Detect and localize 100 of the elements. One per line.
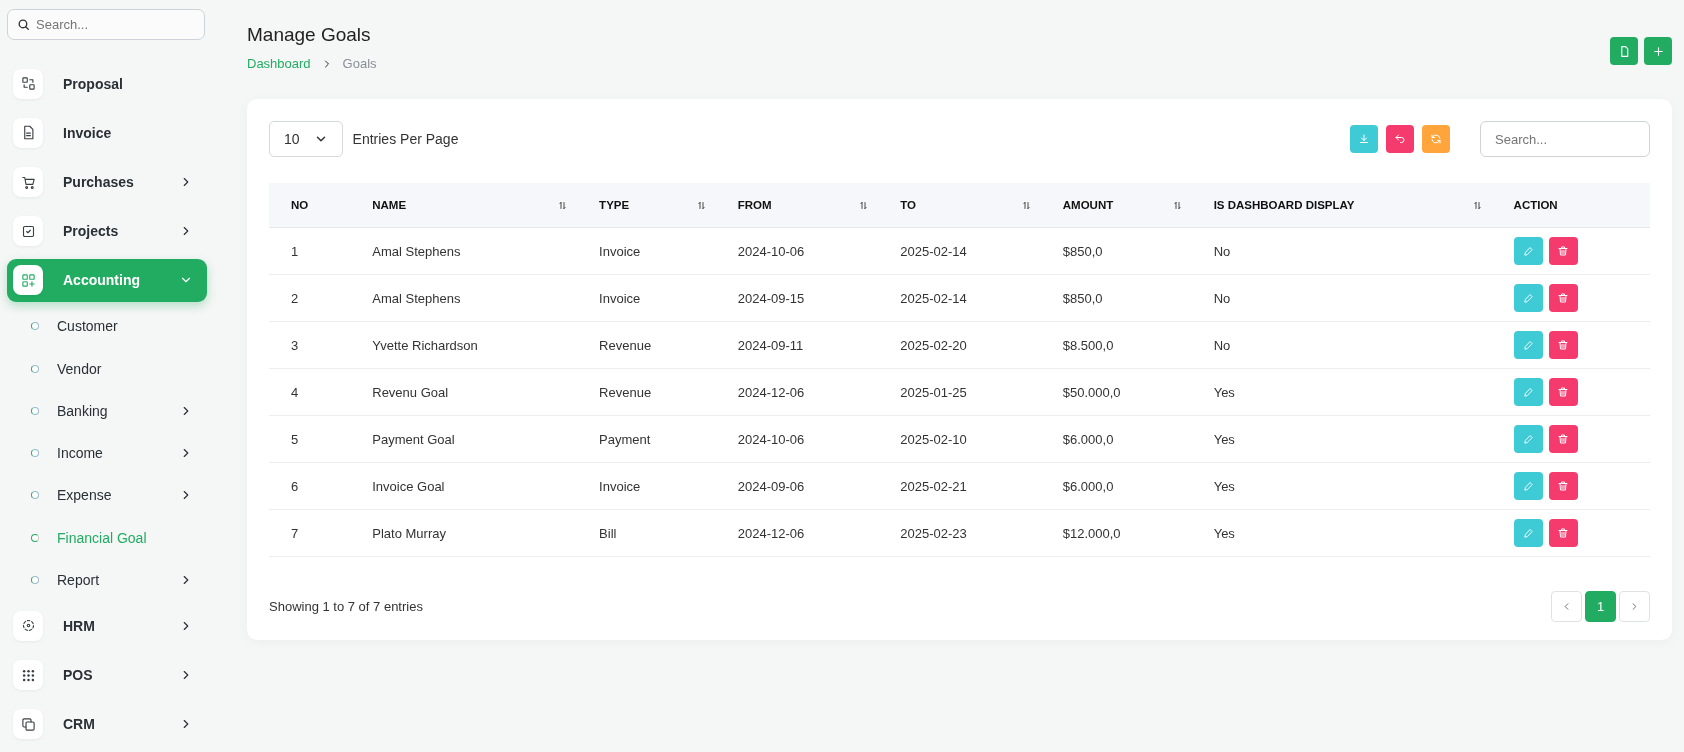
column-header[interactable]: FROM	[715, 183, 879, 228]
edit-button[interactable]	[1513, 519, 1543, 547]
pencil-icon	[1522, 386, 1534, 398]
pencil-icon	[1522, 339, 1534, 351]
sidebar-item[interactable]: CRM	[7, 702, 207, 746]
sidebar-subitem[interactable]: Report	[7, 562, 207, 599]
swap-squares-icon	[20, 76, 36, 92]
delete-button[interactable]	[1548, 331, 1578, 359]
edit-button[interactable]	[1513, 237, 1543, 265]
delete-button[interactable]	[1548, 519, 1578, 547]
table-cell: 2024-09-15	[715, 274, 879, 322]
bullet-icon	[31, 406, 39, 415]
table-cell: 5	[269, 415, 351, 463]
column-header[interactable]: TO	[878, 183, 1041, 228]
export-button[interactable]	[1350, 125, 1378, 153]
sidebar-subitem[interactable]: Banking	[7, 392, 207, 429]
entries-select[interactable]: 10	[269, 121, 343, 157]
next-page-button[interactable]	[1619, 591, 1650, 622]
table-cell: 7	[269, 509, 351, 557]
import-button[interactable]	[1610, 37, 1638, 65]
refresh-button[interactable]	[1422, 125, 1450, 153]
table-cell: 2	[269, 274, 351, 322]
column-header[interactable]: TYPE	[577, 183, 716, 228]
bullet-icon	[31, 491, 39, 500]
table-cell: 2024-09-06	[715, 462, 879, 510]
table-cell: No	[1191, 227, 1492, 275]
sidebar-item[interactable]: HRM	[7, 604, 207, 648]
delete-button[interactable]	[1548, 472, 1578, 500]
edit-button[interactable]	[1513, 378, 1543, 406]
table-search-field[interactable]: Search...	[1480, 121, 1650, 157]
pencil-icon	[1522, 527, 1534, 539]
edit-button[interactable]	[1513, 331, 1543, 359]
dots-grid-icon	[20, 667, 36, 683]
table-cell: Revenu Goal	[350, 368, 578, 416]
delete-button[interactable]	[1548, 425, 1578, 453]
trash-icon	[1557, 339, 1570, 351]
add-button[interactable]	[1644, 37, 1672, 65]
edit-button[interactable]	[1513, 425, 1543, 453]
undo-button[interactable]	[1386, 125, 1414, 153]
table-cell: 6	[269, 462, 351, 510]
table-cell: Revenue	[577, 368, 716, 416]
table-cell: Yes	[1191, 368, 1492, 416]
sidebar-item[interactable]: Purchases	[7, 160, 207, 204]
sidebar-subitem[interactable]: Vendor	[7, 350, 207, 387]
column-header[interactable]: NAME	[350, 183, 578, 228]
sidebar-subitem[interactable]: Customer	[7, 308, 207, 345]
sidebar-item[interactable]: POS	[7, 653, 207, 697]
table-cell: $6.000,0	[1040, 415, 1192, 463]
plus-icon	[1651, 44, 1665, 58]
trash-icon	[1557, 245, 1570, 257]
sidebar-subitem[interactable]: Income	[7, 435, 207, 472]
column-header[interactable]: AMOUNT	[1040, 183, 1192, 228]
cart-icon	[20, 174, 36, 190]
bullet-icon	[31, 533, 39, 542]
pencil-icon	[1522, 480, 1534, 492]
pencil-icon	[1522, 433, 1534, 445]
delete-button[interactable]	[1548, 237, 1578, 265]
table-cell: 2024-10-06	[715, 227, 879, 275]
download-icon	[1358, 133, 1370, 145]
trash-icon	[1557, 433, 1570, 445]
edit-button[interactable]	[1513, 284, 1543, 312]
search-field[interactable]: Search...	[7, 9, 205, 40]
page-title: Manage Goals	[247, 24, 372, 46]
table-cell: $12.000,0	[1040, 509, 1192, 557]
table-cell: 1	[269, 227, 351, 275]
table-cell: 2024-12-06	[715, 368, 879, 416]
sidebar-item[interactable]: Proposal	[7, 62, 207, 106]
bullet-icon	[31, 322, 39, 331]
table-cell: Yes	[1191, 462, 1492, 510]
table-cell: 4	[269, 368, 351, 416]
table-cell: Invoice Goal	[350, 462, 578, 510]
table-cell: Revenue	[577, 321, 716, 369]
checkbox-icon	[20, 223, 36, 239]
sort-icon	[859, 200, 869, 210]
edit-button[interactable]	[1513, 472, 1543, 500]
breadcrumb-current: Goals	[342, 56, 377, 71]
table-cell: Yvette Richardson	[350, 321, 578, 369]
table-cell: Plato Murray	[350, 509, 578, 557]
grid-plus-icon	[20, 272, 36, 288]
sidebar-item[interactable]: Invoice	[7, 111, 207, 155]
table-cell: Payment	[577, 415, 716, 463]
table-cell: Invoice	[577, 274, 716, 322]
table-cell: 2025-02-14	[878, 227, 1041, 275]
sort-icon	[558, 200, 568, 210]
bullet-icon	[31, 364, 39, 373]
previous-page-button[interactable]	[1551, 591, 1582, 622]
sidebar-item[interactable]: Projects	[7, 209, 207, 253]
table-cell: No	[1191, 321, 1492, 369]
delete-button[interactable]	[1548, 378, 1578, 406]
column-header: NO	[269, 183, 351, 228]
table-cell: Invoice	[577, 227, 716, 275]
trash-icon	[1557, 292, 1570, 304]
sidebar-subitem[interactable]: Expense	[7, 477, 207, 514]
bullet-icon	[31, 576, 39, 585]
delete-button[interactable]	[1548, 284, 1578, 312]
column-header: ACTION	[1491, 183, 1650, 228]
table-cell: 3	[269, 321, 351, 369]
column-header[interactable]: IS DASHBOARD DISPLAY	[1191, 183, 1492, 228]
table-cell: Yes	[1191, 415, 1492, 463]
entries-summary: Showing 1 to 7 of 7 entries	[269, 599, 424, 614]
